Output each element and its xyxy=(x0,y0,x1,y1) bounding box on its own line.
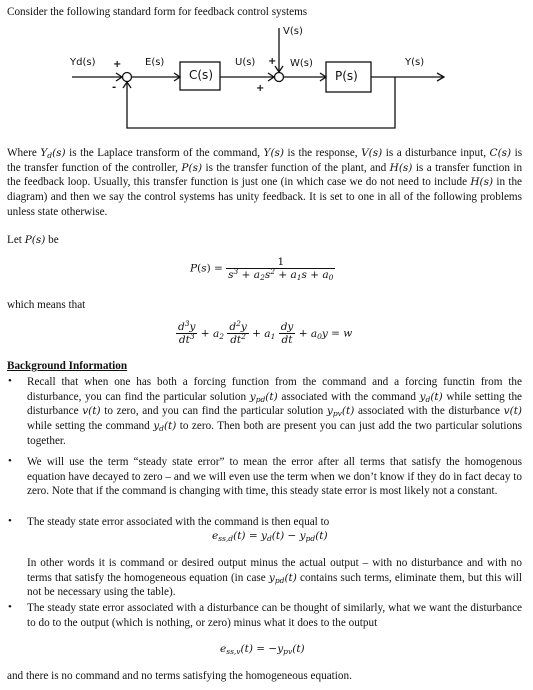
background-heading: Background Information xyxy=(7,360,128,372)
sum1-plus-sign: + xyxy=(113,59,122,70)
bullet-item-4: The steady state error associated with a… xyxy=(27,602,522,629)
summing-junction-2 xyxy=(273,71,285,83)
bullet-item-1: Recall that when one has both a forcing … xyxy=(27,376,523,447)
let-plant-line: Let P(s) be xyxy=(7,234,59,246)
disturbance-error-equation: ess,v(t) = −ypv(t) xyxy=(220,643,305,656)
ode-equation: d3y dt3 + a2 d2y dt2 + a1 dy dt + a0y = w xyxy=(176,319,353,346)
which-means-text: which means that xyxy=(7,299,86,311)
output-label: Y(s) xyxy=(405,57,425,68)
bullet-item-3-intro: The steady state error associated with t… xyxy=(27,516,330,528)
bullet-item-3-explanation: In other words it is command or desired … xyxy=(27,557,523,599)
command-error-equation: ess,d(t) = yd(t) − ypd(t) xyxy=(212,530,328,543)
summing-junction-1 xyxy=(121,71,133,83)
controller-label: C(s) xyxy=(189,68,213,82)
bullet-icon: • xyxy=(8,601,12,613)
bullet-icon: • xyxy=(8,515,12,527)
plant-label: P(s) xyxy=(335,69,358,83)
command-label: Yd(s) xyxy=(70,57,96,68)
intro-text: Consider the following standard form for… xyxy=(7,6,308,18)
sum2-top-plus-sign: + xyxy=(268,56,277,67)
bullet-item-2: We will use the term “steady state error… xyxy=(27,456,522,498)
control-label: U(s) xyxy=(235,57,256,68)
plant-transfer-function-equation: P(s) = 1 s3 + a2s2 + a1s + a0 xyxy=(190,256,336,282)
block-diagram: Yd(s) + - E(s) C(s) U(s) + + V(s) W(s) P… xyxy=(0,22,533,137)
plant-input-label: W(s) xyxy=(290,58,313,69)
bullet-icon: • xyxy=(8,375,12,387)
disturbance-label: V(s) xyxy=(283,26,303,37)
bullet-icon: • xyxy=(8,455,12,467)
closing-text: and there is no command and no terms sat… xyxy=(7,670,352,682)
error-label: E(s) xyxy=(145,57,165,68)
sum1-minus-sign: - xyxy=(112,82,117,93)
sum2-left-plus-sign: + xyxy=(256,83,265,94)
diagram-lines xyxy=(72,28,446,129)
definitions-paragraph: Where Yd(s) is the Laplace transform of … xyxy=(7,147,523,218)
